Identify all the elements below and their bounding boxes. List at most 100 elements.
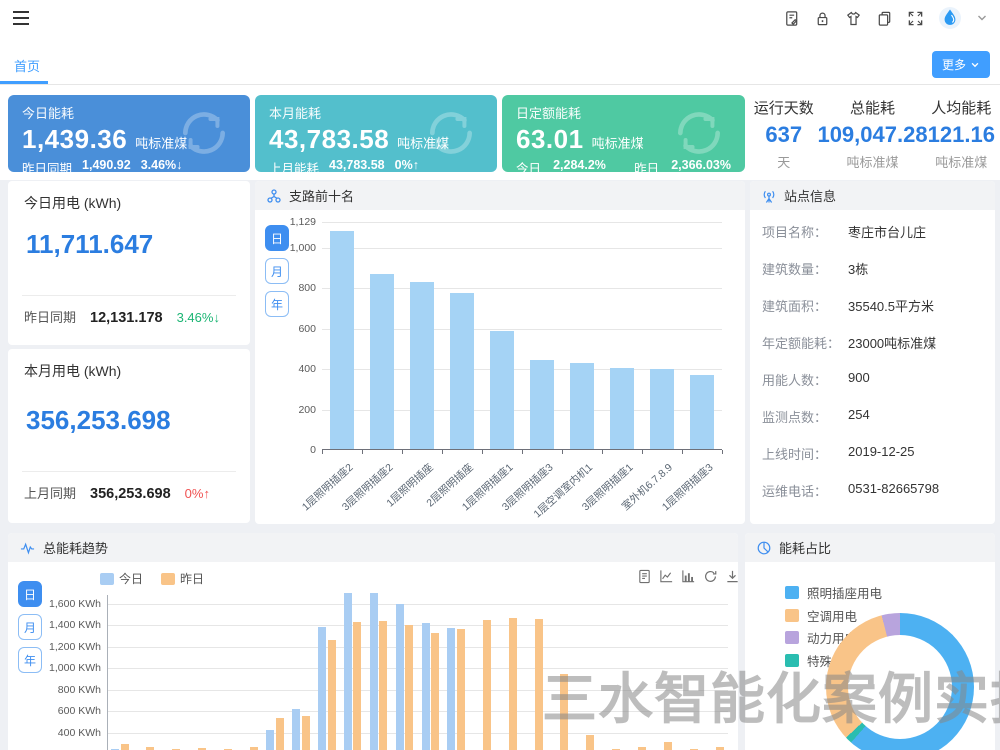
download-icon[interactable] <box>725 569 738 584</box>
compare-value: 356,253.698 <box>90 486 171 502</box>
stat-value: 637 <box>750 122 817 148</box>
divider <box>22 471 236 472</box>
bar-chart-icon[interactable] <box>681 569 696 584</box>
branch-top10-panel: 支路前十名 日月年 02004006008001,0001,1291层照明插座2… <box>255 181 745 524</box>
y-axis-label: 1,600 KWh <box>41 598 101 610</box>
hamburger-menu-icon[interactable] <box>12 10 32 26</box>
y-axis-label: 1,000 <box>266 242 316 254</box>
site-row-value: 0531-82665798 <box>848 481 939 496</box>
x-axis-tick <box>522 450 523 454</box>
site-row-label: 上线时间： <box>762 447 827 462</box>
chart-toolbar <box>637 569 738 584</box>
branch-bar <box>490 331 514 449</box>
y-axis-label: 400 KWh <box>41 727 101 739</box>
panel-title: 能耗占比 <box>779 538 831 557</box>
trend-bar-今日 <box>370 593 378 750</box>
panel-header: 总能耗趋势 <box>8 533 738 562</box>
x-axis-tick <box>322 450 323 454</box>
panel-header: 能耗占比 <box>745 533 995 562</box>
trend-bar-今日 <box>447 628 455 750</box>
summary-stat: 运行天数637天 <box>750 95 817 172</box>
chart-gridline <box>107 604 728 605</box>
trend-bar-今日 <box>422 623 430 750</box>
data-view-icon[interactable] <box>637 569 652 584</box>
site-row-label: 用能人数： <box>762 373 827 388</box>
site-row-value: 900 <box>848 370 870 385</box>
site-info-row: 监测点数：254 <box>762 407 985 426</box>
lock-icon[interactable] <box>814 10 831 27</box>
compare-percent: 3.46%↓ <box>177 310 220 325</box>
branch-bar <box>370 274 394 449</box>
refresh-icon[interactable] <box>703 569 718 584</box>
divider <box>22 295 236 296</box>
site-info-row: 用能人数： 900 <box>762 370 985 389</box>
today-power-compare: 昨日同期 12,131.178 3.46%↓ <box>24 307 240 326</box>
watermark-text: 三水智能化案例实拍 <box>542 654 1000 734</box>
stat-label: 运行天数 <box>750 97 817 118</box>
pie-legend-item-照明插座用电[interactable]: 照明插座用电 <box>785 583 882 602</box>
stat-unit: 吨标准煤 <box>817 152 927 171</box>
stat-value: 121.16 <box>928 122 995 148</box>
compare-value: 43,783.58 <box>329 158 385 172</box>
panel-header: 站点信息 <box>750 181 995 210</box>
period-button-月[interactable]: 月 <box>18 614 42 640</box>
tab-home[interactable]: 首页 <box>14 56 40 75</box>
legend-swatch <box>785 631 799 644</box>
period-button-月[interactable]: 月 <box>265 258 289 284</box>
trend-bar-昨日 <box>431 633 439 750</box>
branch-bar <box>450 293 474 450</box>
trend-bar-昨日 <box>405 625 413 750</box>
x-axis-tick <box>562 450 563 454</box>
legend-swatch <box>785 609 799 622</box>
trend-bar-昨日 <box>379 621 387 750</box>
ratio1-label: 今日占比: <box>516 158 547 172</box>
legend-label: 照明插座用电 <box>807 583 882 602</box>
trend-bar-昨日 <box>353 622 361 750</box>
panel-title: 本月用电 (kWh) <box>24 361 121 381</box>
today-energy-card: 今日能耗 1,439.36吨标准煤 昨日同期1,490.923.46%↓ <box>8 95 250 172</box>
period-button-年[interactable]: 年 <box>18 647 42 673</box>
x-axis-tick <box>482 450 483 454</box>
branch-bar <box>570 363 594 449</box>
trend-legend: 今日 昨日 <box>100 570 204 587</box>
y-axis-label: 0 <box>266 444 316 456</box>
ratio2-label: 昨日占比: <box>634 158 665 172</box>
y-axis-label: 1,129 <box>266 216 316 228</box>
legend-item-今日[interactable]: 今日 <box>100 570 143 587</box>
stat-value: 109,047.28 <box>817 122 927 148</box>
compare-value: 1,490.92 <box>82 158 131 172</box>
legend-label: 空调用电 <box>807 606 857 625</box>
compare-percent: 0%↑ <box>185 486 210 501</box>
daily-quota-card: 日定额能耗 63.01吨标准煤 今日占比:2,284.2% 昨日占比:2,366… <box>502 95 745 172</box>
month-power-value: 356,253.698 <box>26 405 171 436</box>
site-info-row: 年定额能耗：23000吨标准煤 <box>762 333 985 352</box>
period-button-日[interactable]: 日 <box>18 581 42 607</box>
line-chart-icon[interactable] <box>659 569 674 584</box>
copy-icon[interactable] <box>876 10 893 27</box>
branch-bar <box>690 375 714 449</box>
chevron-down-icon[interactable] <box>976 12 988 24</box>
x-axis-tick <box>402 450 403 454</box>
x-axis-tick <box>682 450 683 454</box>
stat-label: 人均能耗 <box>928 97 995 118</box>
compare-percent: 0%↑ <box>395 158 419 172</box>
pie-legend-item-空调用电[interactable]: 空调用电 <box>785 606 857 625</box>
audit-icon[interactable] <box>783 10 800 27</box>
legend-item-昨日[interactable]: 昨日 <box>161 570 204 587</box>
panel-title: 支路前十名 <box>289 186 354 205</box>
legend-swatch <box>100 573 114 585</box>
water-drop-logo[interactable] <box>938 6 962 30</box>
chart-gridline <box>322 222 722 223</box>
theme-icon[interactable] <box>845 10 862 27</box>
period-button-年[interactable]: 年 <box>265 291 289 317</box>
x-axis-tick <box>642 450 643 454</box>
branch-bar <box>330 231 354 449</box>
fullscreen-icon[interactable] <box>907 10 924 27</box>
branch-bar <box>650 369 674 449</box>
trend-bar-昨日 <box>664 742 672 750</box>
more-button[interactable]: 更多 <box>932 51 990 78</box>
site-row-value: 35540.5平方米 <box>848 296 934 315</box>
legend-swatch <box>785 586 799 599</box>
chart-gridline <box>322 248 722 249</box>
pulse-icon <box>20 541 35 555</box>
